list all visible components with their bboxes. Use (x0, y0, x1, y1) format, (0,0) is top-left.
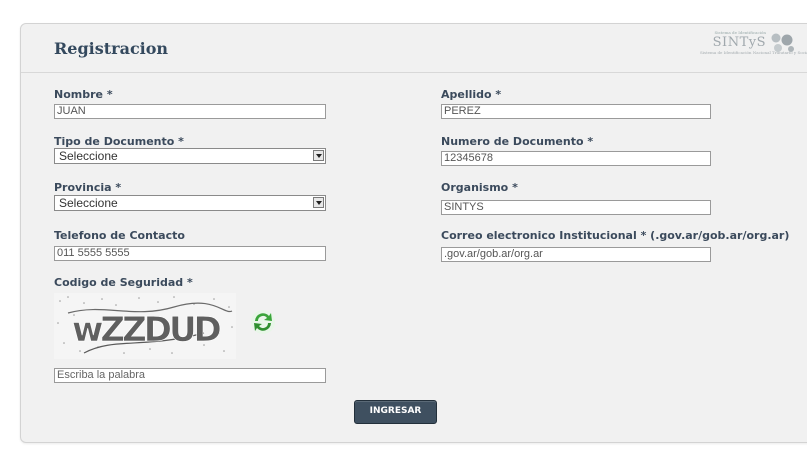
tipo-documento-select[interactable]: Seleccione (54, 148, 326, 164)
registration-panel: Registracion Sistema de Identificación S… (20, 23, 807, 443)
provincia-label: Provincia * (54, 181, 122, 194)
panel-header: Registracion Sistema de Identificación S… (21, 24, 807, 73)
chevron-down-icon[interactable] (313, 197, 324, 208)
logo-brand: SINTyS (712, 35, 766, 50)
provincia-value: Seleccione (59, 196, 118, 210)
chevron-down-icon[interactable] (313, 150, 324, 161)
correo-input[interactable]: .gov.ar/gob.ar/org.ar (441, 247, 711, 262)
numero-documento-input[interactable]: 12345678 (441, 151, 711, 166)
captcha-image: wZZDUD (54, 293, 236, 359)
numero-documento-label: Numero de Documento * (441, 135, 594, 148)
apellido-label: Apellido * (441, 88, 502, 101)
captcha-text: wZZDUD (72, 310, 221, 350)
logo-dots-icon (771, 33, 794, 52)
captcha-input-placeholder: Escriba la palabra (57, 369, 146, 381)
apellido-input[interactable]: PEREZ (441, 104, 711, 119)
tipo-documento-label: Tipo de Documento * (54, 135, 184, 148)
tipo-documento-value: Seleccione (59, 149, 118, 163)
organismo-input[interactable]: SINTYS (441, 200, 711, 215)
correo-label: Correo electronico Institucional * (.gov… (441, 229, 790, 242)
refresh-captcha-icon[interactable] (249, 308, 277, 336)
telefono-input[interactable]: 011 5555 5555 (54, 246, 326, 261)
codigo-label: Codigo de Seguridad * (54, 276, 193, 289)
nombre-label: Nombre * (54, 88, 113, 101)
captcha-input[interactable]: Escriba la palabra (54, 368, 326, 383)
nombre-input[interactable]: JUAN (54, 104, 326, 119)
telefono-label: Telefono de Contacto (54, 229, 185, 242)
sintys-logo: Sistema de Identificación SINTyS Sistema… (700, 30, 807, 64)
page-title: Registracion (54, 39, 169, 58)
ingresar-button[interactable]: INGRESAR (354, 400, 437, 424)
organismo-label: Organismo * (441, 181, 518, 194)
provincia-select[interactable]: Seleccione (54, 195, 326, 211)
